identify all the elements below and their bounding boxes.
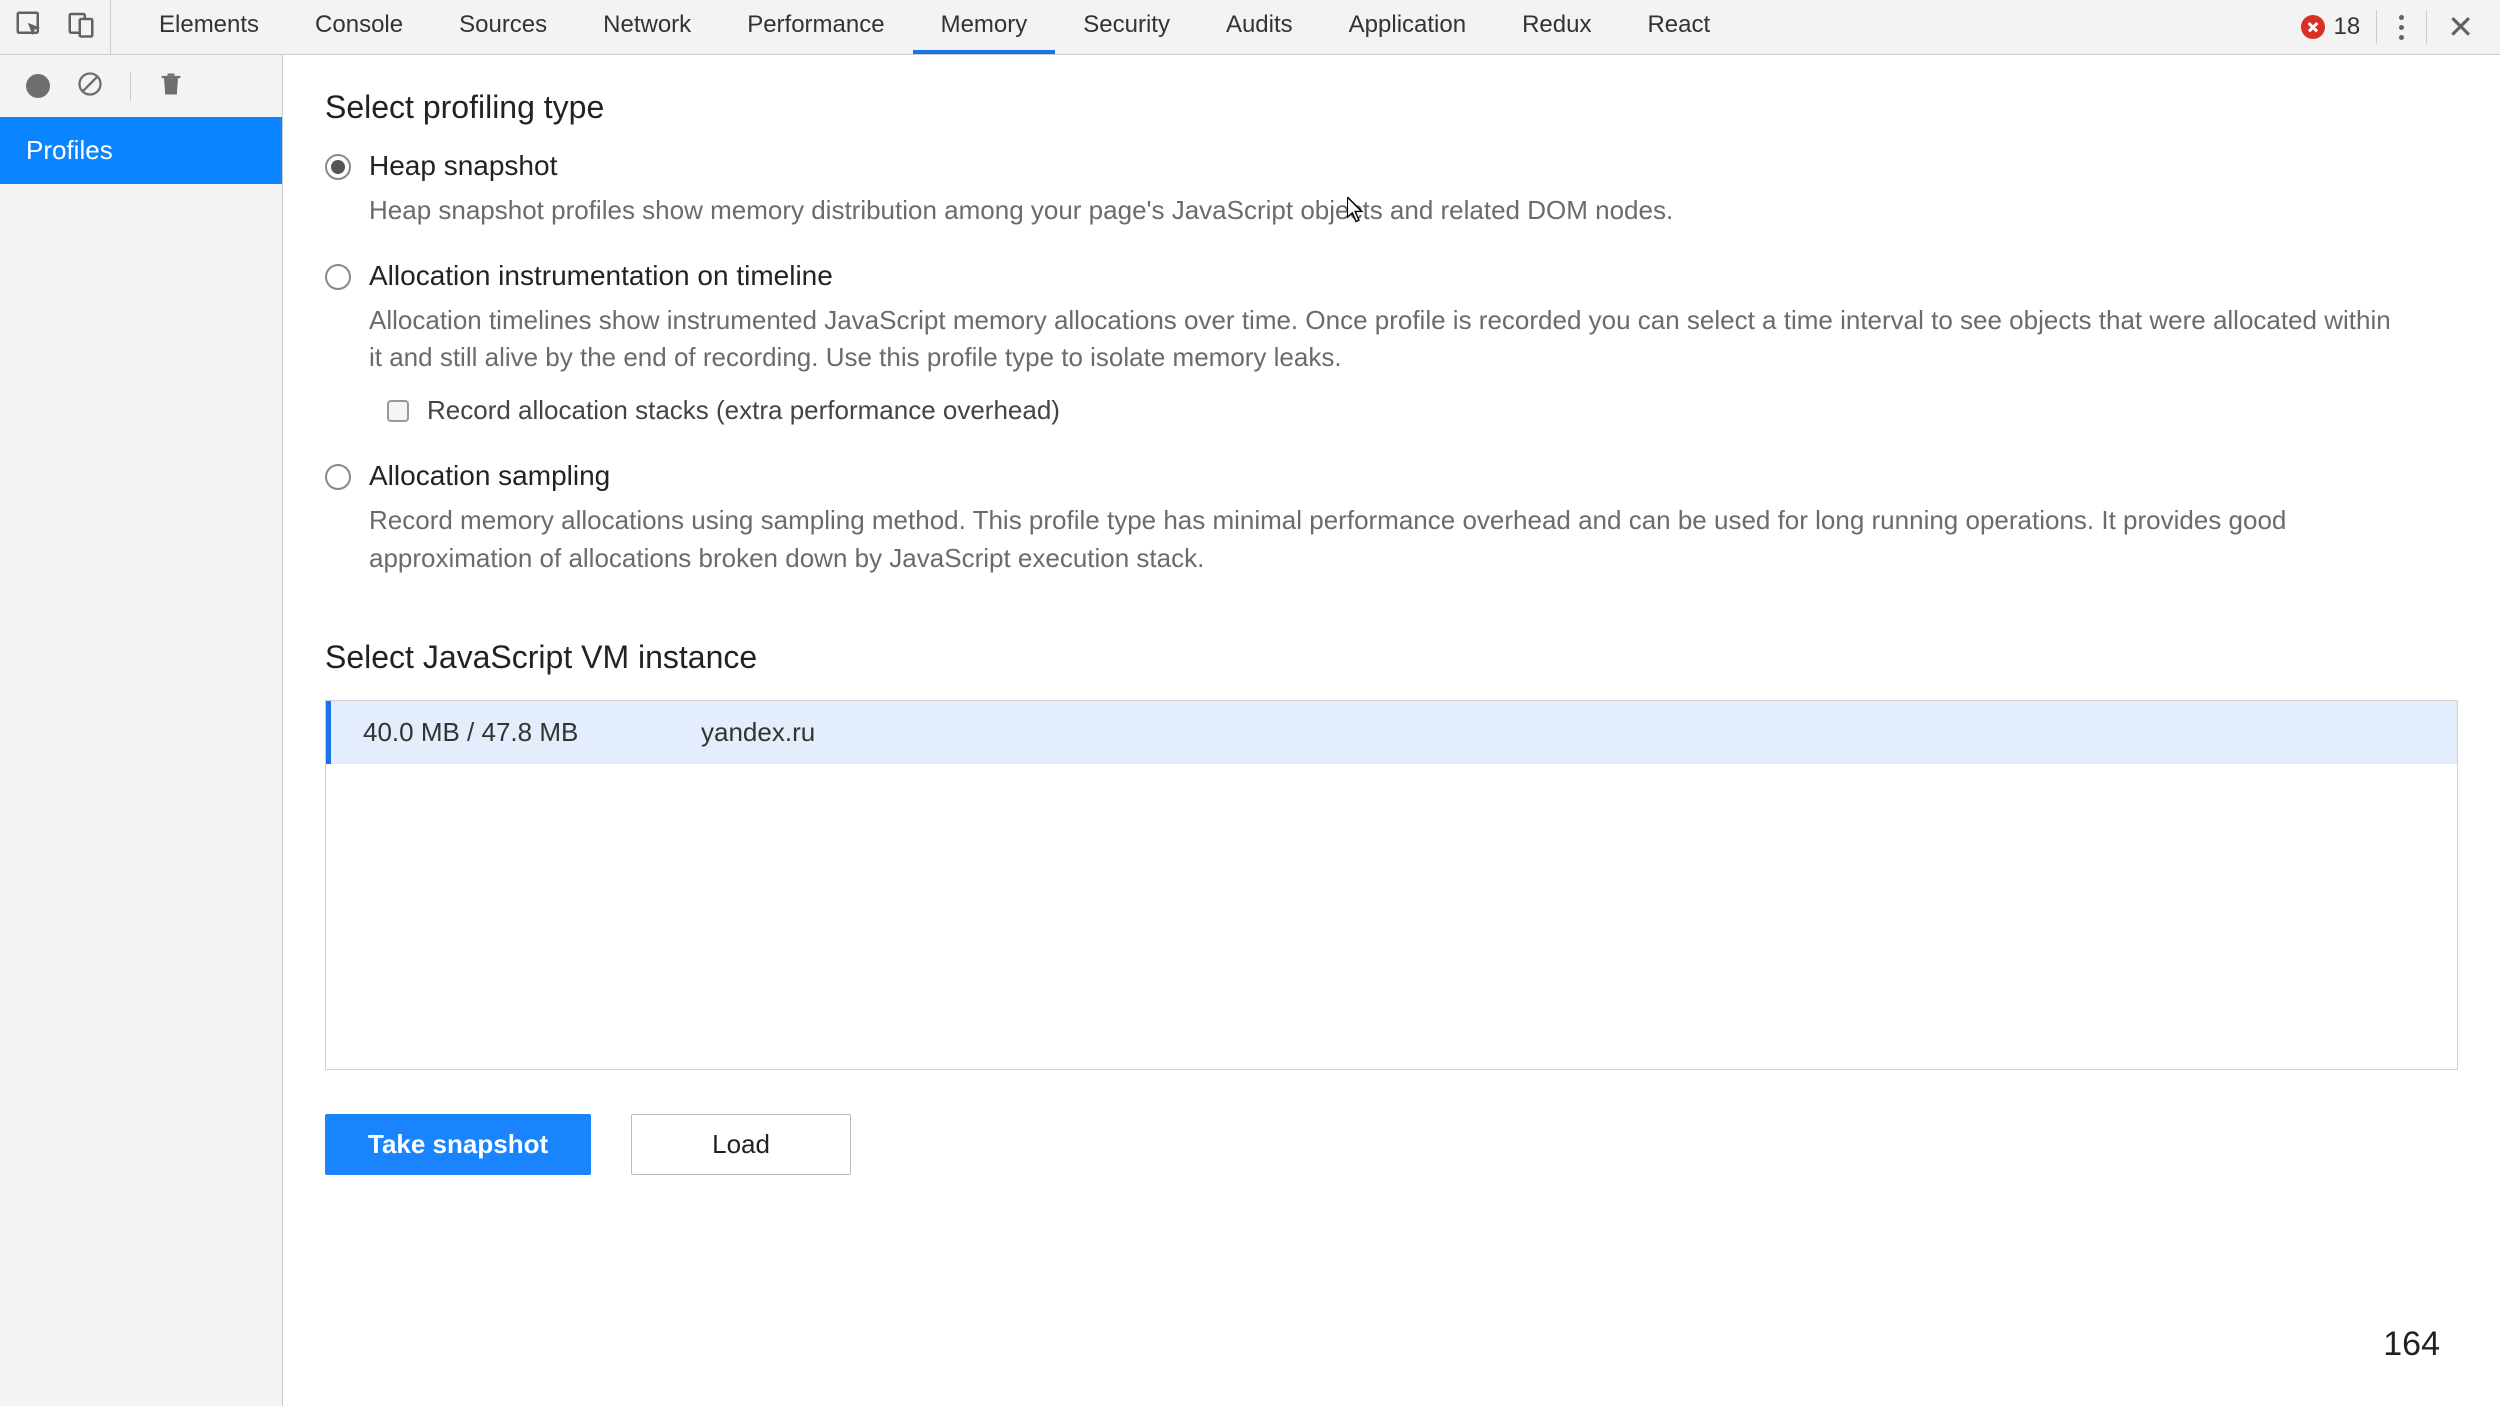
devtools-tabs: Elements Console Sources Network Perform… <box>111 0 1738 54</box>
tab-label: Network <box>603 11 691 39</box>
take-snapshot-button[interactable]: Take snapshot <box>325 1114 591 1175</box>
tab-label: Console <box>315 11 403 39</box>
error-count: 18 <box>2333 13 2360 41</box>
option-title: Allocation sampling <box>369 460 2458 492</box>
option-body: Allocation sampling Record memory alloca… <box>369 460 2458 595</box>
option-title: Allocation instrumentation on timeline <box>369 260 2458 292</box>
option-desc: Allocation timelines show instrumented J… <box>369 302 2409 377</box>
option-allocation-timeline[interactable]: Allocation instrumentation on timeline A… <box>325 260 2458 448</box>
separator <box>130 71 131 101</box>
record-icon[interactable] <box>26 74 50 98</box>
option-allocation-sampling[interactable]: Allocation sampling Record memory alloca… <box>325 460 2458 595</box>
page-number: 164 <box>2383 1325 2440 1364</box>
sub-option-record-stacks[interactable]: Record allocation stacks (extra performa… <box>387 395 2458 426</box>
option-body: Heap snapshot Heap snapshot profiles sho… <box>369 150 2458 248</box>
devtools-body: Profiles Select profiling type Heap snap… <box>0 55 2500 1406</box>
vm-name: yandex.ru <box>701 717 815 748</box>
more-menu-icon[interactable] <box>2393 15 2410 40</box>
tab-memory[interactable]: Memory <box>913 0 1056 54</box>
tab-label: Elements <box>159 11 259 39</box>
tab-label: Security <box>1083 11 1170 39</box>
error-icon <box>2301 15 2325 39</box>
device-toggle-icon[interactable] <box>66 9 96 46</box>
tab-label: React <box>1647 11 1710 39</box>
tab-performance[interactable]: Performance <box>719 0 912 54</box>
tab-label: Audits <box>1226 11 1293 39</box>
option-heap-snapshot[interactable]: Heap snapshot Heap snapshot profiles sho… <box>325 150 2458 248</box>
tab-security[interactable]: Security <box>1055 0 1198 54</box>
tab-network[interactable]: Network <box>575 0 719 54</box>
tab-react[interactable]: React <box>1619 0 1738 54</box>
tab-redux[interactable]: Redux <box>1494 0 1619 54</box>
devtools-tabbar: Elements Console Sources Network Perform… <box>0 0 2500 55</box>
tab-label: Application <box>1349 11 1466 39</box>
separator <box>2376 10 2377 44</box>
tab-audits[interactable]: Audits <box>1198 0 1321 54</box>
load-button[interactable]: Load <box>631 1114 851 1175</box>
option-title: Heap snapshot <box>369 150 2458 182</box>
tab-console[interactable]: Console <box>287 0 431 54</box>
tab-label: Memory <box>941 11 1028 39</box>
heading-vm-instance: Select JavaScript VM instance <box>325 639 2458 676</box>
memory-sidebar: Profiles <box>0 55 283 1406</box>
vm-instance-row[interactable]: 40.0 MB / 47.8 MB yandex.ru <box>326 701 2457 764</box>
tabbar-left-icons <box>0 0 111 54</box>
tab-application[interactable]: Application <box>1321 0 1494 54</box>
vm-memory: 40.0 MB / 47.8 MB <box>363 717 623 748</box>
option-desc: Heap snapshot profiles show memory distr… <box>369 192 2409 230</box>
tab-label: Redux <box>1522 11 1591 39</box>
button-label: Load <box>712 1129 770 1159</box>
tab-elements[interactable]: Elements <box>131 0 287 54</box>
radio-allocation-sampling[interactable] <box>325 464 351 490</box>
tabbar-right: 18 ✕ <box>2279 0 2500 54</box>
option-body: Allocation instrumentation on timeline A… <box>369 260 2458 448</box>
sidebar-item-profiles[interactable]: Profiles <box>0 117 282 184</box>
sidebar-toolbar <box>0 55 282 117</box>
inspect-icon[interactable] <box>14 9 44 46</box>
checkbox-record-stacks[interactable] <box>387 400 409 422</box>
radio-heap-snapshot[interactable] <box>325 154 351 180</box>
error-count-badge[interactable]: 18 <box>2301 13 2360 41</box>
close-icon[interactable]: ✕ <box>2443 11 2478 43</box>
action-buttons: Take snapshot Load <box>325 1114 2458 1175</box>
separator <box>2426 10 2427 44</box>
sub-option-label: Record allocation stacks (extra performa… <box>427 395 1060 426</box>
sidebar-list: Profiles <box>0 117 282 1406</box>
tab-sources[interactable]: Sources <box>431 0 575 54</box>
tab-label: Performance <box>747 11 884 39</box>
radio-allocation-timeline[interactable] <box>325 264 351 290</box>
tab-label: Sources <box>459 11 547 39</box>
heading-profiling-type: Select profiling type <box>325 89 2458 126</box>
vm-instance-list: 40.0 MB / 47.8 MB yandex.ru <box>325 700 2458 1070</box>
option-desc: Record memory allocations using sampling… <box>369 502 2409 577</box>
clear-icon[interactable] <box>76 70 104 103</box>
trash-icon[interactable] <box>157 70 185 103</box>
sidebar-item-label: Profiles <box>26 135 113 165</box>
button-label: Take snapshot <box>368 1129 548 1159</box>
memory-main-panel: Select profiling type Heap snapshot Heap… <box>283 55 2500 1406</box>
